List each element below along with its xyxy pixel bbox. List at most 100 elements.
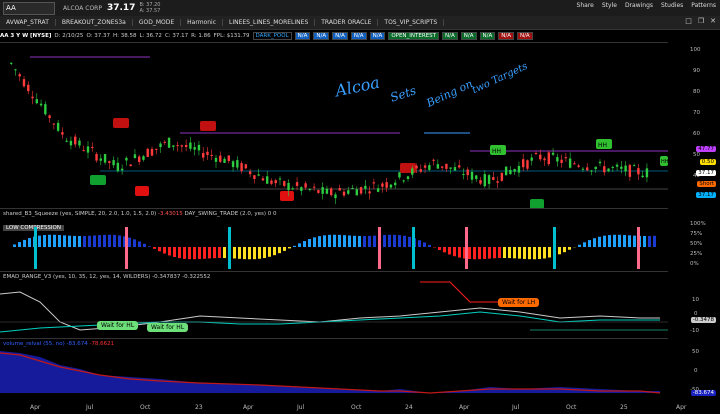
squeeze-bar (178, 247, 181, 259)
squeeze-axis: 100% 75% 50% 25% 0% (668, 208, 720, 270)
share-menu[interactable]: Share (577, 2, 594, 9)
squeeze-bar (118, 235, 121, 247)
candle (184, 144, 188, 147)
candle (637, 168, 640, 175)
squeeze-bar (148, 246, 151, 247)
candle (317, 190, 320, 193)
candle (163, 141, 166, 143)
candle (462, 173, 465, 176)
candle (112, 160, 115, 166)
candle (423, 165, 427, 168)
candle (632, 165, 636, 167)
candle (385, 182, 388, 188)
squeeze-bar (423, 242, 426, 247)
symbol-input[interactable]: AA (3, 1, 55, 15)
volume-chart (0, 351, 661, 394)
patterns-menu[interactable]: Patterns (691, 2, 716, 9)
candle (240, 163, 243, 172)
top-bar: AA ALCOA CORP 37.17 B: 37.20 A: 37.57 Sha… (0, 0, 720, 17)
squeeze-bar (508, 247, 511, 259)
x-tick: Oct (351, 404, 362, 411)
wait-hl-label: Wait for HL (147, 323, 189, 332)
hh-label: HH (492, 148, 501, 155)
squeeze-bar (603, 235, 606, 247)
candle (607, 168, 610, 172)
squeeze-bar (408, 236, 411, 247)
squeeze-bar (393, 234, 396, 247)
maximize-icon[interactable]: □ (685, 17, 692, 25)
squeeze-bar (468, 247, 471, 260)
squeeze-bar (623, 234, 626, 247)
candle (517, 165, 521, 173)
close-icon[interactable]: ✕ (710, 17, 716, 25)
study-tab[interactable]: Harmonic (181, 19, 223, 26)
restore-icon[interactable]: ❐ (698, 17, 704, 25)
price-tag: 0.50 (699, 159, 716, 165)
drawings-menu[interactable]: Drawings (625, 2, 653, 9)
price-tag: Short (697, 181, 716, 187)
volume-panel[interactable]: volume_relval (55, no) -83.674 -78.6621 (0, 338, 668, 402)
wait-hl-label: Wait for HL (97, 321, 139, 330)
squeeze-bar (548, 247, 551, 258)
squeeze-bar (628, 235, 631, 247)
candle (504, 166, 508, 176)
price-axis[interactable]: 100 90 80 70 60 50 40 47.77 0.50 37.17 S… (668, 42, 720, 207)
squeeze-bar (198, 247, 201, 260)
candle (402, 180, 405, 182)
chart-title: AA 3 Y W [NYSE] (0, 33, 52, 39)
candle (321, 187, 324, 194)
candle (573, 163, 576, 165)
squeeze-bar (268, 247, 271, 257)
squeeze-bar (163, 247, 166, 254)
studies-menu[interactable]: Studies (661, 2, 683, 9)
squeeze-bar (23, 239, 26, 247)
price-chart[interactable]: HH HH HH (0, 43, 668, 208)
legend-fpl: FPL: $131.79 (213, 33, 250, 39)
candle (291, 188, 294, 190)
candle (556, 157, 559, 162)
squeeze-bar (28, 238, 31, 247)
candle (551, 152, 555, 155)
emad-panel[interactable]: EMAD_RANGE_V3 (yes, 10, 35, 12, yes, 14,… (0, 271, 668, 338)
x-tick: Jul (297, 404, 305, 411)
study-tab[interactable]: LINEES_LINES_MORELINES (223, 19, 316, 26)
style-menu[interactable]: Style (602, 2, 617, 9)
candle (270, 180, 273, 184)
candle (108, 161, 111, 163)
squeeze-bar (533, 247, 536, 260)
time-axis[interactable]: Apr Jul Oct 23 Apr Jul Oct 24 Apr Jul Oc… (0, 402, 720, 414)
legend-date: D: 2/10/25 (54, 33, 84, 39)
candle (603, 166, 606, 173)
squeeze-bar (318, 236, 321, 247)
candle (509, 169, 512, 175)
study-tab[interactable]: BREAKOUT_ZONES3a (56, 19, 133, 26)
price-panel[interactable]: HH HH HH Alcoa Sets Being on two Targets (0, 42, 668, 208)
candle (82, 150, 85, 152)
squeeze-bar (263, 247, 266, 258)
price-tick: 80 (693, 89, 700, 95)
candle (419, 169, 422, 172)
squeeze-bar (73, 235, 76, 247)
dark-pool-badge: DARK_POOL (252, 32, 292, 40)
study-tab[interactable]: AVWAP_STRAT (0, 19, 56, 26)
candle (44, 104, 47, 115)
candle (590, 170, 593, 172)
squeeze-bar (453, 247, 456, 257)
candle (295, 182, 299, 186)
volume-tag: -83.674 (690, 390, 716, 396)
candle (138, 156, 141, 162)
squeeze-bar (183, 247, 186, 259)
study-tab[interactable]: GOD_MODE (133, 19, 182, 26)
study-tab[interactable]: TOS_VIP_SCRIPTS (378, 19, 445, 26)
squeeze-bar (153, 247, 156, 249)
squeeze-panel[interactable]: shared_B3_Squeeze (yes, SIMPLE, 20, 2.0,… (0, 208, 668, 271)
study-tab[interactable]: TRADER ORACLE (315, 19, 379, 26)
squeeze-bar (338, 234, 341, 247)
squeeze-bar (543, 247, 546, 259)
squeeze-bar (213, 247, 216, 259)
candle (56, 122, 60, 131)
squeeze-bar (653, 235, 656, 247)
study-sets-bar: AVWAP_STRAT BREAKOUT_ZONES3a GOD_MODE Ha… (0, 16, 720, 30)
window-buttons: □ ❐ ✕ (685, 17, 716, 25)
candle (86, 146, 90, 153)
